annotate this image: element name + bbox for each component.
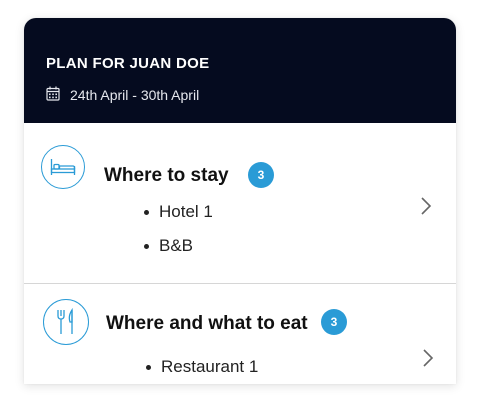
- plan-title: PLAN FOR JUAN DOE: [46, 55, 210, 72]
- list-item-label: Restaurant 1: [161, 357, 259, 376]
- list-item-label: Hotel 1: [159, 202, 213, 221]
- bullet: [146, 364, 151, 370]
- bullet: [144, 243, 149, 249]
- list-item[interactable]: Hotel 1: [144, 202, 213, 222]
- section-where-to-eat[interactable]: Where and what to eat 3 Restaurant 1: [24, 284, 456, 384]
- date-range: 24th April - 30th April: [46, 85, 199, 105]
- section-title: Where to stay: [104, 165, 229, 186]
- count-badge: 3: [248, 162, 274, 188]
- chevron-right-icon[interactable]: [421, 348, 435, 368]
- list-item[interactable]: Restaurant 1: [146, 357, 258, 377]
- section-title: Where and what to eat: [106, 313, 308, 334]
- bullet: [144, 209, 149, 215]
- chevron-right-icon[interactable]: [419, 196, 433, 216]
- date-range-text: 24th April - 30th April: [70, 87, 200, 103]
- section-where-to-stay[interactable]: Where to stay 3 Hotel 1 B&B: [24, 123, 456, 284]
- plan-card: PLAN FOR JUAN DOE 24th April - 30th Apri…: [24, 18, 456, 384]
- cutlery-icon: [43, 299, 89, 345]
- plan-header: PLAN FOR JUAN DOE 24th April - 30th Apri…: [24, 18, 456, 123]
- bed-icon: [41, 145, 85, 189]
- list-item[interactable]: B&B: [144, 236, 193, 256]
- calendar-icon: [46, 86, 70, 104]
- list-item-label: B&B: [159, 236, 194, 255]
- count-badge: 3: [321, 309, 347, 335]
